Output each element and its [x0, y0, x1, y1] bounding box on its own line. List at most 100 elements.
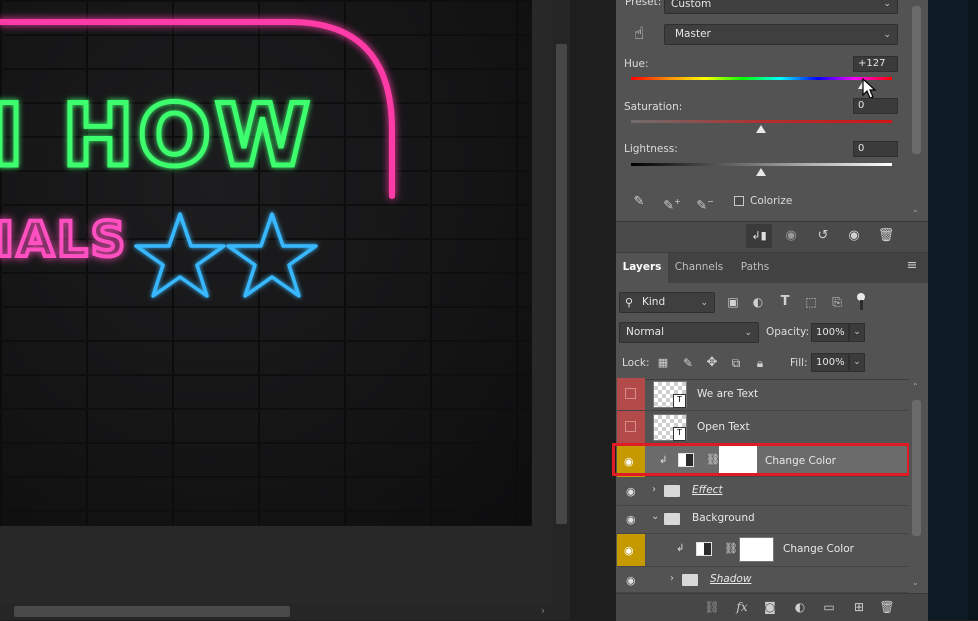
- tab-paths[interactable]: Paths: [732, 253, 778, 283]
- tab-channels[interactable]: Channels: [668, 253, 730, 283]
- lock-paint-brush-icon[interactable]: ✎: [677, 352, 699, 374]
- neon-artwork: I HOW IALS: [0, 19, 395, 377]
- new-layer-icon[interactable]: ⊞: [849, 598, 869, 616]
- filter-adjustment-icon[interactable]: ◐: [747, 291, 769, 313]
- scroll-down-icon[interactable]: ⌄: [912, 578, 921, 588]
- layer-name[interactable]: We are Text: [697, 388, 758, 400]
- lock-transparent-icon[interactable]: ▦: [652, 352, 674, 374]
- link-chain-icon[interactable]: ⛓: [724, 542, 738, 555]
- filter-smart-object-icon[interactable]: ⎘: [826, 291, 848, 313]
- new-group-icon[interactable]: ▭: [819, 598, 839, 616]
- layer-name[interactable]: Background: [692, 512, 755, 524]
- eyedropper-icon[interactable]: ✎: [628, 191, 650, 213]
- mouse-cursor-icon: [862, 78, 877, 99]
- tab-layers[interactable]: Layers: [616, 253, 668, 283]
- scroll-down-icon[interactable]: ⌄: [912, 205, 921, 215]
- visibility-toggle[interactable]: [617, 411, 645, 443]
- preset-dropdown[interactable]: Custom ⌄: [664, 0, 898, 14]
- hue-saturation-adjustment-icon: [696, 542, 712, 556]
- opacity-chevron-icon[interactable]: ⌄: [849, 323, 865, 342]
- channel-dropdown[interactable]: Master ⌄: [664, 24, 898, 45]
- text-layer-thumbnail: T: [653, 381, 687, 408]
- layers-scroll-thumb[interactable]: [912, 400, 921, 536]
- neon-title-text: I HOW: [0, 86, 314, 186]
- visibility-toggle[interactable]: ◉: [617, 534, 645, 566]
- panel-gutter: [570, 0, 616, 620]
- lightness-slider-track[interactable]: [631, 163, 892, 166]
- opacity-label: Opacity:: [766, 326, 810, 338]
- lightness-slider-thumb[interactable]: [756, 168, 766, 176]
- horizontal-scroll-thumb[interactable]: [14, 606, 290, 617]
- folder-icon: [682, 574, 698, 586]
- delete-trash-icon[interactable]: 🗑: [875, 225, 897, 247]
- chevron-down-icon[interactable]: ⌄: [651, 511, 659, 522]
- filter-shape-icon[interactable]: ⬚: [800, 291, 822, 313]
- layer-name[interactable]: Open Text: [697, 421, 750, 433]
- preset-value: Custom: [671, 0, 712, 10]
- add-mask-icon[interactable]: ◙: [760, 598, 780, 616]
- chevron-down-icon: ⌄: [883, 0, 891, 9]
- lock-label: Lock:: [622, 357, 650, 369]
- eye-icon[interactable]: ◉: [626, 485, 636, 498]
- saturation-slider-track[interactable]: [631, 120, 892, 123]
- layer-row[interactable]: [617, 478, 909, 506]
- eye-icon[interactable]: ◉: [626, 574, 636, 587]
- visibility-toggle[interactable]: [617, 378, 645, 410]
- delete-layer-icon[interactable]: 🗑: [877, 598, 897, 616]
- clipping-arrow-icon: ↲: [676, 543, 685, 554]
- eyedropper-minus-icon[interactable]: ✎−: [694, 191, 716, 213]
- lock-all-icon[interactable]: 🔒︎: [749, 352, 771, 374]
- selection-highlight-box: [612, 443, 910, 476]
- panel-menu-icon[interactable]: ≡: [904, 258, 920, 274]
- artboard[interactable]: I HOW IALS: [0, 0, 532, 526]
- link-layers-icon[interactable]: ⛓: [702, 598, 722, 616]
- filter-type-icon[interactable]: T: [774, 291, 796, 313]
- lightness-value-field[interactable]: 0: [853, 141, 898, 157]
- folder-icon: [664, 513, 680, 525]
- layer-row[interactable]: [617, 506, 909, 534]
- blend-mode-dropdown[interactable]: Normal ⌄: [619, 322, 759, 343]
- layer-name[interactable]: Effect: [692, 484, 723, 496]
- chevron-right-icon[interactable]: ›: [670, 573, 674, 584]
- opacity-field[interactable]: 100%: [811, 323, 849, 342]
- view-previous-state-icon[interactable]: ◉: [780, 225, 802, 247]
- channel-value: Master: [675, 28, 711, 40]
- layer-row[interactable]: [617, 567, 909, 593]
- filter-kind-value: Kind: [642, 296, 666, 308]
- hue-label: Hue:: [624, 58, 649, 70]
- on-image-adjust-hand-icon[interactable]: ☝: [627, 22, 651, 46]
- vertical-scroll-thumb[interactable]: [556, 44, 567, 524]
- text-layer-thumbnail: T: [653, 414, 687, 441]
- hue-value-field[interactable]: +127: [853, 56, 898, 72]
- fx-icon[interactable]: fx: [732, 598, 752, 616]
- new-adjustment-icon[interactable]: ◐: [790, 598, 810, 616]
- filter-toggle-stem: [860, 300, 863, 310]
- fill-field[interactable]: 100%: [811, 353, 849, 372]
- clip-to-layer-icon[interactable]: ↲▮: [746, 224, 772, 248]
- visibility-eye-icon[interactable]: ◉: [843, 225, 865, 247]
- layer-name[interactable]: Shadow: [710, 573, 751, 585]
- neon-star-icon: [226, 212, 318, 298]
- eyedropper-plus-icon[interactable]: ✎+: [661, 191, 683, 213]
- text-layer-badge-icon: T: [673, 427, 686, 441]
- lock-position-icon[interactable]: ✥: [701, 352, 723, 374]
- folder-icon: [664, 485, 680, 497]
- eye-icon[interactable]: ◉: [626, 513, 636, 526]
- lock-artboard-icon[interactable]: ⧉: [725, 352, 747, 374]
- hue-slider-track[interactable]: [631, 77, 892, 80]
- layer-mask-thumbnail[interactable]: [739, 537, 774, 562]
- layer-name[interactable]: Change Color: [783, 543, 854, 555]
- layer-filter-dropdown[interactable]: ⚲ Kind ⌄: [619, 292, 715, 313]
- colorize-checkbox[interactable]: [734, 196, 744, 206]
- scroll-right-icon[interactable]: ›: [537, 605, 549, 617]
- workspace-edge: [968, 0, 978, 620]
- chevron-right-icon[interactable]: ›: [652, 484, 656, 495]
- saturation-slider-thumb[interactable]: [756, 125, 766, 133]
- saturation-value-field[interactable]: 0: [853, 98, 898, 114]
- lightness-label: Lightness:: [624, 143, 678, 155]
- scroll-up-icon[interactable]: ⌃: [912, 382, 921, 392]
- reset-icon[interactable]: ↺: [812, 225, 834, 247]
- properties-scroll-thumb[interactable]: [912, 6, 921, 154]
- fill-chevron-icon[interactable]: ⌄: [849, 353, 865, 372]
- filter-pixel-icon[interactable]: ▣: [722, 291, 744, 313]
